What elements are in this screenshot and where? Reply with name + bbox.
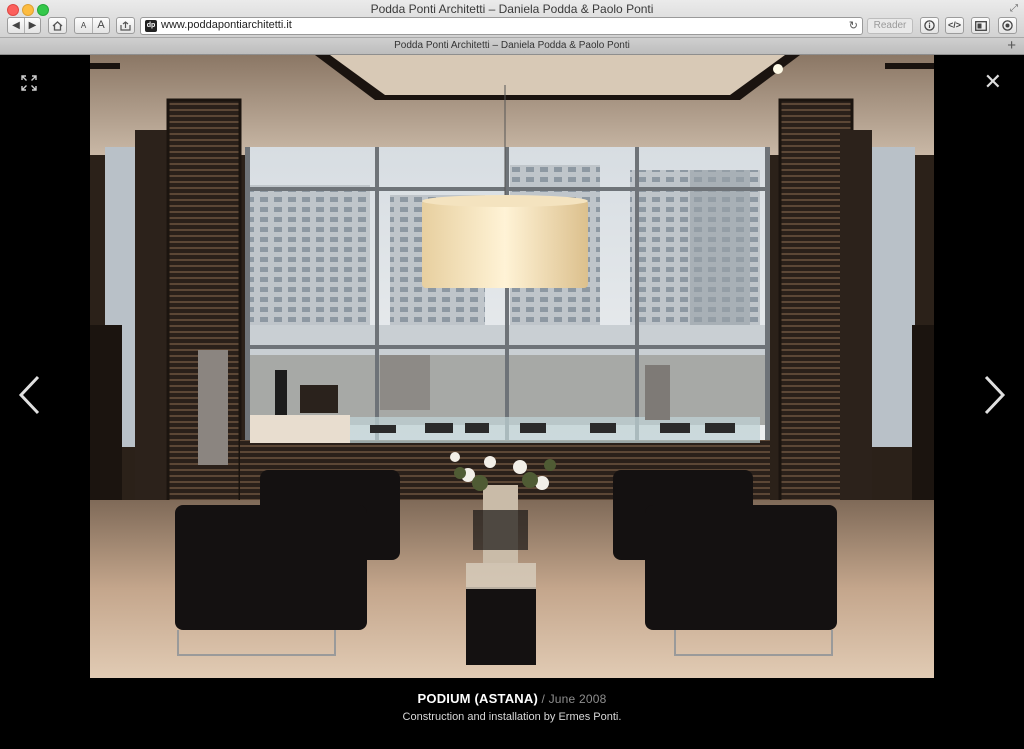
photo-caption-title: PODIUM (ASTANA) / June 2008 (0, 691, 1024, 706)
prev-arrow-icon[interactable] (16, 373, 42, 417)
font-larger-button[interactable]: A (92, 18, 109, 33)
home-icon (52, 21, 63, 31)
gallery-lightbox: ✕ PODIUM (ASTANA) / June 2008 Constructi… (0, 55, 1024, 749)
sidebar-button[interactable] (971, 17, 990, 34)
tab-bar: Podda Ponti Architetti – Daniela Podda &… (0, 37, 1024, 55)
project-title: PODIUM (ASTANA) (417, 691, 538, 706)
add-tab-icon[interactable]: + (1007, 37, 1016, 54)
project-date: June 2008 (548, 692, 607, 706)
forward-icon[interactable]: ▶ (24, 18, 40, 33)
reader-button[interactable]: Reader (867, 18, 913, 34)
code-icon[interactable]: </> (945, 17, 964, 34)
browser-toolbar: Podda Ponti Architetti – Daniela Podda &… (0, 0, 1024, 38)
info-icon (924, 20, 935, 31)
share-icon (120, 21, 131, 31)
font-size-buttons: AA (74, 17, 110, 34)
address-bar[interactable]: dp www.poddapontiarchitetti.it ↻ (140, 17, 863, 35)
home-button[interactable] (48, 17, 67, 34)
window-title: Podda Ponti Architetti – Daniela Podda &… (370, 2, 654, 16)
info-button[interactable] (920, 17, 939, 34)
tab-active[interactable]: Podda Ponti Architetti – Daniela Podda &… (0, 40, 1024, 51)
next-arrow-icon[interactable] (982, 373, 1008, 417)
back-icon[interactable]: ◀ (8, 18, 24, 33)
back-forward-buttons: ◀ ▶ (7, 17, 41, 34)
gallery-photo (90, 55, 934, 678)
site-favicon: dp (145, 20, 157, 32)
url-text[interactable]: www.poddapontiarchitetti.it (161, 19, 292, 31)
expand-icon[interactable] (21, 75, 37, 91)
download-icon (1002, 20, 1013, 31)
photo-caption-subtitle: Construction and installation by Ermes P… (402, 711, 622, 723)
font-smaller-button[interactable]: A (75, 18, 92, 33)
fullscreen-icon[interactable]: ⤢ (1010, 3, 1018, 14)
close-icon[interactable]: ✕ (984, 71, 1002, 93)
share-button[interactable] (116, 17, 135, 34)
download-button[interactable] (998, 17, 1017, 34)
title-separator: / (538, 692, 549, 706)
reload-icon[interactable]: ↻ (849, 19, 858, 32)
boutique-interior-image (90, 55, 934, 678)
sidebar-icon (974, 21, 987, 31)
